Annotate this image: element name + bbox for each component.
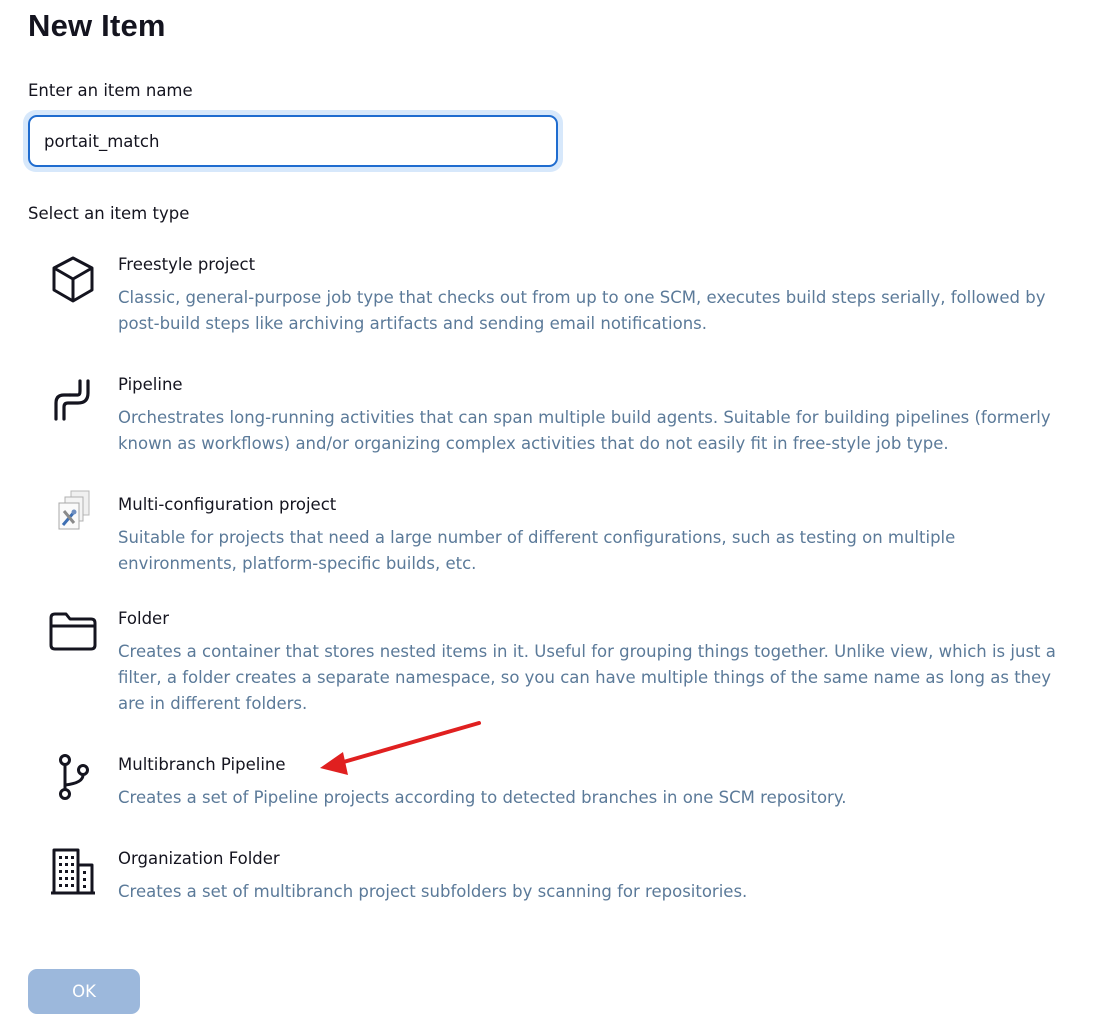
item-type-freestyle[interactable]: Freestyle project Classic, general-purpo… bbox=[40, 255, 1080, 341]
item-type-description: Orchestrates long-running activities tha… bbox=[118, 408, 1051, 453]
item-type-title: Organization Folder bbox=[118, 849, 280, 868]
item-type-multibranch-pipeline[interactable]: Multibranch Pipeline Creates a set of Pi… bbox=[40, 753, 1080, 815]
folder-icon bbox=[48, 606, 98, 656]
item-name-label: Enter an item name bbox=[28, 81, 193, 100]
item-type-description: Classic, general-purpose job type that c… bbox=[118, 288, 1046, 333]
item-type-description: Creates a container that stores nested i… bbox=[118, 642, 1056, 713]
item-type-label: Select an item type bbox=[28, 204, 190, 223]
item-type-folder[interactable]: Folder Creates a container that stores n… bbox=[40, 609, 1080, 719]
item-type-description: Suitable for projects that need a large … bbox=[118, 528, 956, 573]
item-type-pipeline[interactable]: Pipeline Orchestrates long-running activ… bbox=[40, 375, 1080, 461]
item-type-title: Folder bbox=[118, 609, 169, 628]
ok-button[interactable]: OK bbox=[28, 969, 140, 1014]
multi-config-icon bbox=[48, 489, 98, 539]
item-type-description: Creates a set of Pipeline projects accor… bbox=[118, 788, 847, 807]
item-type-title: Pipeline bbox=[118, 375, 183, 394]
page-title: New Item bbox=[28, 8, 166, 43]
building-icon bbox=[48, 846, 98, 896]
cube-icon bbox=[48, 255, 98, 305]
item-name-input[interactable] bbox=[28, 115, 558, 167]
item-type-organization-folder[interactable]: Organization Folder Creates a set of mul… bbox=[40, 846, 1080, 909]
item-type-title: Multi-configuration project bbox=[118, 495, 337, 514]
item-type-title: Multibranch Pipeline bbox=[118, 755, 286, 774]
item-type-multi-configuration[interactable]: Multi-configuration project Suitable for… bbox=[40, 490, 1080, 575]
branch-icon bbox=[48, 753, 98, 803]
item-type-title: Freestyle project bbox=[118, 255, 256, 274]
pipeline-icon bbox=[48, 375, 98, 425]
item-type-description: Creates a set of multibranch project sub… bbox=[118, 882, 748, 901]
